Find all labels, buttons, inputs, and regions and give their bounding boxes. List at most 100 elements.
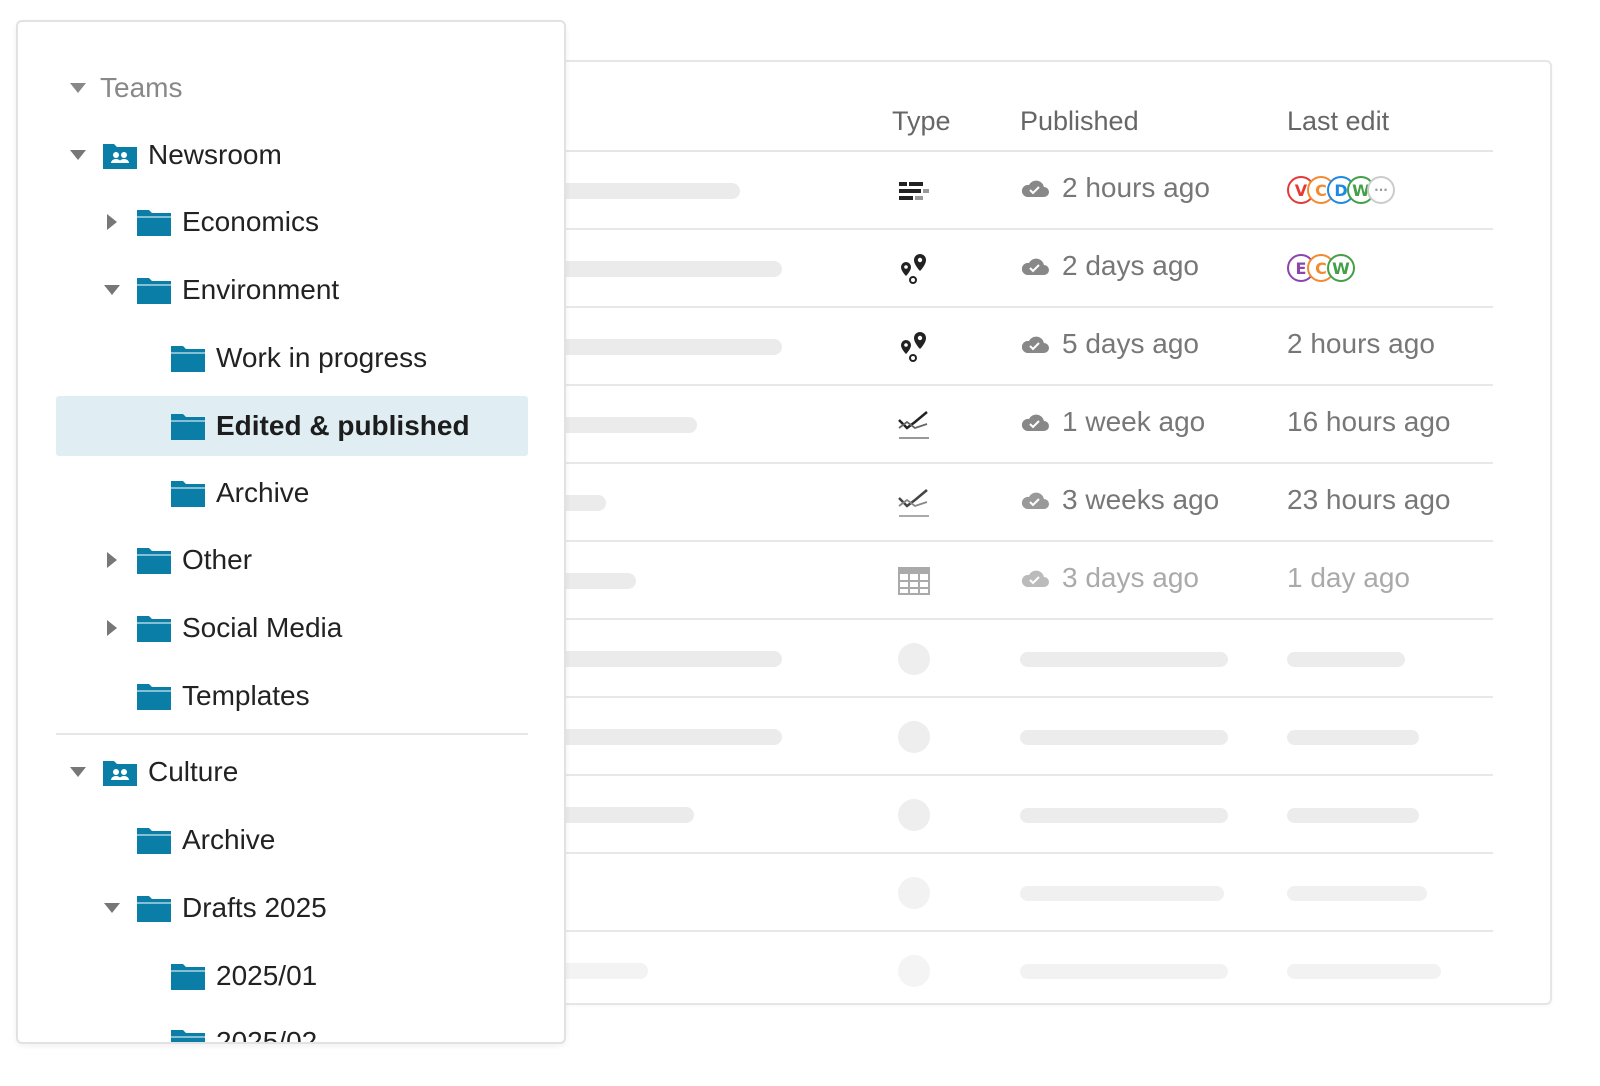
team-folder-icon xyxy=(103,761,137,786)
folder-icon xyxy=(137,616,171,642)
published-placeholder xyxy=(1020,964,1228,979)
caret-right-icon[interactable] xyxy=(102,550,122,570)
title-placeholder xyxy=(542,183,740,199)
loading-row xyxy=(542,776,1493,854)
published-cell: 2 hours ago xyxy=(1020,172,1210,204)
column-header-last-edit[interactable]: Last edit xyxy=(1287,106,1389,137)
last-edit-placeholder xyxy=(1287,652,1405,667)
cloud-icon xyxy=(1021,336,1049,353)
published-cell: 5 days ago xyxy=(1020,328,1199,360)
last-edit-placeholder xyxy=(1287,886,1427,901)
table-row[interactable]: 5 days ago 2 hours ago xyxy=(542,308,1493,386)
folder-icon xyxy=(137,684,171,710)
cloud-icon xyxy=(1021,570,1049,587)
published-placeholder xyxy=(1020,730,1228,745)
folder-icon xyxy=(137,210,171,236)
caret-down-icon[interactable] xyxy=(68,762,88,782)
caret-down-icon[interactable] xyxy=(68,145,88,165)
tree-item-teams[interactable]: Teams xyxy=(18,58,564,118)
loading-row xyxy=(542,698,1493,776)
title-placeholder xyxy=(542,261,782,277)
tree-item-social-media[interactable]: Social Media xyxy=(18,598,564,658)
charts-table: Type Published Last edit 2 hours ago V C… xyxy=(540,60,1552,1005)
published-placeholder xyxy=(1020,808,1228,823)
more-editors-icon[interactable]: ··· xyxy=(1367,176,1395,204)
last-edit-cell: 23 hours ago xyxy=(1287,484,1451,515)
caret-down-icon[interactable] xyxy=(102,898,122,918)
avatar[interactable]: W xyxy=(1327,254,1355,282)
table-row[interactable]: 1 week ago 16 hours ago xyxy=(542,386,1493,464)
tree-item-archive[interactable]: Archive xyxy=(18,463,564,523)
line-chart-icon xyxy=(898,489,929,517)
folder-icon xyxy=(171,414,205,440)
tree-item-2025-02[interactable]: 2025/02 xyxy=(18,1012,564,1042)
table-row[interactable]: 2 hours ago V C D W ··· xyxy=(542,152,1493,230)
type-placeholder xyxy=(898,955,930,987)
loading-row xyxy=(542,854,1493,932)
tree-item-other[interactable]: Other xyxy=(18,530,564,590)
column-header-type[interactable]: Type xyxy=(892,106,951,137)
published-placeholder xyxy=(1020,886,1224,901)
loading-row xyxy=(542,620,1493,698)
last-edit-placeholder xyxy=(1287,808,1419,823)
locator-map-icon xyxy=(901,254,926,284)
tree-item-2025-01[interactable]: 2025/01 xyxy=(18,946,564,1006)
published-cell: 3 days ago xyxy=(1020,562,1199,594)
folder-tree: Teams Newsroom Economics Environment Wor… xyxy=(16,20,566,1044)
title-placeholder xyxy=(542,339,782,355)
title-placeholder xyxy=(542,729,782,745)
last-edit-cell: 1 day ago xyxy=(1287,562,1410,593)
tree-item-edited-published[interactable]: Edited & published xyxy=(56,396,528,456)
folder-icon xyxy=(137,548,171,574)
last-edit-placeholder xyxy=(1287,730,1419,745)
tree-item-drafts-2025[interactable]: Drafts 2025 xyxy=(18,878,564,938)
table-chart-icon xyxy=(899,182,929,200)
caret-right-icon[interactable] xyxy=(102,618,122,638)
column-header-published[interactable]: Published xyxy=(1020,106,1139,137)
editor-avatars: E C W xyxy=(1287,254,1355,282)
tree-item-work-in-progress[interactable]: Work in progress xyxy=(18,328,564,388)
caret-right-icon[interactable] xyxy=(102,212,122,232)
cloud-icon xyxy=(1021,180,1049,197)
last-edit-cell: 16 hours ago xyxy=(1287,406,1451,437)
published-cell: 2 days ago xyxy=(1020,250,1199,282)
table-icon xyxy=(898,567,930,595)
folder-icon xyxy=(137,828,171,854)
published-cell: 3 weeks ago xyxy=(1020,484,1219,516)
table-header: Type Published Last edit xyxy=(542,62,1550,152)
editor-avatars: V C D W ··· xyxy=(1287,176,1395,204)
folder-icon xyxy=(171,964,205,990)
tree-item-environment[interactable]: Environment xyxy=(18,260,564,320)
cloud-icon xyxy=(1021,492,1049,509)
type-placeholder xyxy=(898,721,930,753)
published-placeholder xyxy=(1020,652,1228,667)
title-placeholder xyxy=(542,651,782,667)
type-placeholder xyxy=(898,877,930,909)
locator-map-icon xyxy=(901,332,926,362)
tree-divider xyxy=(56,733,528,735)
cloud-icon xyxy=(1021,414,1049,431)
table-row[interactable]: 3 days ago 1 day ago xyxy=(542,542,1493,620)
tree-item-templates[interactable]: Templates xyxy=(18,666,564,726)
folder-icon xyxy=(137,278,171,304)
type-placeholder xyxy=(898,643,930,675)
tree-item-economics[interactable]: Economics xyxy=(18,192,564,252)
cloud-icon xyxy=(1021,258,1049,275)
tree-item-culture[interactable]: Culture xyxy=(18,742,564,802)
caret-down-icon[interactable] xyxy=(68,78,88,98)
tree-item-archive[interactable]: Archive xyxy=(18,810,564,870)
published-cell: 1 week ago xyxy=(1020,406,1205,438)
line-chart-icon xyxy=(898,411,929,439)
table-row[interactable]: 2 days ago E C W xyxy=(542,230,1493,308)
loading-row xyxy=(542,932,1493,1003)
folder-icon xyxy=(171,481,205,507)
table-row[interactable]: 3 weeks ago 23 hours ago xyxy=(542,464,1493,542)
folder-icon xyxy=(171,346,205,372)
team-folder-icon xyxy=(103,144,137,169)
tree-item-newsroom[interactable]: Newsroom xyxy=(18,125,564,185)
last-edit-cell: 2 hours ago xyxy=(1287,328,1435,359)
caret-down-icon[interactable] xyxy=(102,280,122,300)
type-placeholder xyxy=(898,799,930,831)
last-edit-placeholder xyxy=(1287,964,1441,979)
folder-icon xyxy=(171,1030,205,1042)
